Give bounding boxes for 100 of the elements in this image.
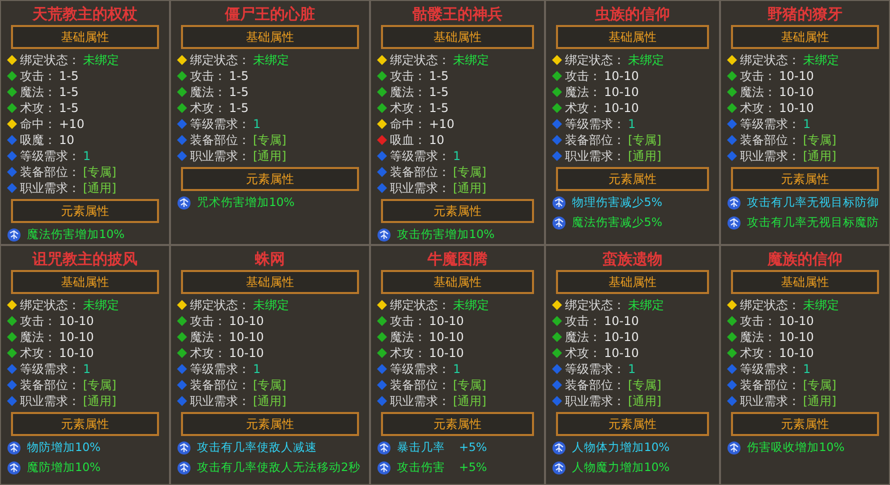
gem-icon	[727, 216, 741, 230]
stat-value: 10-10	[59, 313, 94, 330]
element-text: 攻击有几率使敌人无法移动2秒	[197, 459, 360, 476]
stat-value: [专属]	[253, 377, 286, 394]
stat-label: 魔法：	[740, 84, 776, 101]
element-text: 咒术伤害增加10%	[197, 194, 295, 212]
gem-icon	[177, 441, 191, 455]
gem-icon	[7, 228, 21, 242]
stat-value: [通用]	[453, 393, 486, 410]
stat-value: 10-10	[604, 68, 639, 85]
stat-value: 未绑定	[83, 52, 119, 69]
stat-value: 1-5	[59, 84, 79, 101]
item-title: 蛛网	[254, 249, 286, 270]
stat-label: 装备部位：	[565, 132, 625, 149]
stat-value: 1-5	[59, 68, 79, 85]
stat-value: 10-10	[779, 100, 814, 117]
stat-label: 绑定状态：	[20, 52, 80, 69]
stat-label: 职业需求：	[390, 180, 450, 197]
gem-icon	[377, 441, 391, 455]
stat-label: 等级需求：	[20, 361, 80, 378]
stat-label: 装备部位：	[740, 377, 800, 394]
element-text: 人物魔力增加10%	[572, 459, 670, 476]
stat-value: 未绑定	[628, 52, 664, 69]
element-text: 攻击伤害	[397, 459, 445, 476]
stat-label: 绑定状态：	[20, 297, 80, 314]
section-header: 元素属性	[731, 167, 879, 191]
stat-label: 魔法：	[20, 329, 56, 346]
stat-label: 术攻：	[190, 345, 226, 362]
stat-value: 10-10	[59, 345, 94, 362]
stat-value: 10-10	[779, 313, 814, 330]
stat-value: 未绑定	[628, 297, 664, 314]
stat-value: [通用]	[628, 148, 662, 165]
stat-value: 1	[803, 361, 811, 378]
stat-label: 攻击：	[740, 68, 776, 85]
stat-label: 职业需求：	[20, 180, 80, 197]
stat-label: 术攻：	[20, 345, 56, 362]
stat-value: 未绑定	[453, 52, 489, 69]
element-text: 物防增加10%	[27, 439, 101, 456]
section-header: 基础属性	[11, 270, 159, 294]
stat-label: 命中：	[20, 116, 56, 133]
stat-label: 职业需求：	[740, 393, 800, 410]
stat-value: [通用]	[453, 180, 486, 197]
stat-label: 装备部位：	[390, 377, 450, 394]
stat-label: 术攻：	[740, 100, 776, 117]
stat-value: [通用]	[628, 393, 662, 410]
stat-label: 职业需求：	[565, 393, 625, 410]
stat-label: 绑定状态：	[740, 52, 800, 69]
gem-icon	[552, 196, 566, 210]
stat-label: 等级需求：	[190, 116, 250, 133]
stat-label: 攻击：	[565, 68, 601, 85]
stat-label: 等级需求：	[740, 361, 800, 378]
item-title: 魔族的信仰	[766, 249, 844, 270]
stat-value: 10-10	[604, 329, 639, 346]
gem-icon	[552, 216, 566, 230]
stat-value: 1	[253, 361, 261, 378]
stat-value: 10-10	[229, 345, 264, 362]
item-title: 野猪的獠牙	[766, 4, 844, 25]
section-header: 元素属性	[556, 167, 709, 191]
stat-label: 攻击：	[190, 313, 226, 330]
item-title: 蛮族遗物	[602, 249, 664, 270]
stat-label: 装备部位：	[20, 377, 80, 394]
stat-label: 绑定状态：	[390, 52, 450, 69]
section-header: 元素属性	[11, 199, 159, 223]
item-title: 僵尸王的心脏	[224, 4, 316, 25]
stat-value: 1-5	[429, 84, 449, 101]
stat-value: 1	[83, 148, 91, 165]
stat-value: 10-10	[779, 68, 814, 85]
stat-label: 攻击：	[565, 313, 601, 330]
stat-value: 未绑定	[453, 297, 489, 314]
stat-label: 术攻：	[565, 345, 601, 362]
section-header: 基础属性	[731, 270, 879, 294]
stat-value: 1	[253, 116, 261, 133]
stat-value: 1-5	[429, 68, 449, 85]
stat-value: 10-10	[59, 329, 94, 346]
stat-value: 10-10	[229, 313, 264, 330]
gem-icon	[177, 196, 191, 210]
stat-value: [通用]	[803, 393, 836, 410]
stat-value: 10-10	[604, 345, 639, 362]
stat-value: 10-10	[779, 345, 814, 362]
stat-value: [专属]	[453, 164, 486, 181]
stat-value: 1	[803, 116, 811, 133]
stat-label: 术攻：	[565, 100, 601, 117]
stat-value: 1	[453, 361, 461, 378]
element-text: 攻击伤害增加10%	[397, 226, 495, 244]
stat-value: [通用]	[83, 180, 116, 197]
stat-label: 绑定状态：	[190, 297, 250, 314]
stat-label: 职业需求：	[190, 148, 250, 165]
stat-value: [专属]	[453, 377, 486, 394]
stat-value: 10-10	[429, 313, 464, 330]
element-text: 魔法伤害增加10%	[27, 226, 125, 244]
section-header: 基础属性	[731, 25, 879, 49]
stat-value: 10-10	[604, 84, 639, 101]
gem-icon	[727, 441, 741, 455]
stat-value: [专属]	[83, 377, 116, 394]
item-title: 骷髅王的神兵	[412, 4, 504, 25]
gem-icon	[377, 461, 391, 475]
stat-value: 1	[628, 116, 636, 133]
stat-label: 等级需求：	[565, 116, 625, 133]
stat-label: 魔法：	[565, 84, 601, 101]
gem-icon	[552, 441, 566, 455]
